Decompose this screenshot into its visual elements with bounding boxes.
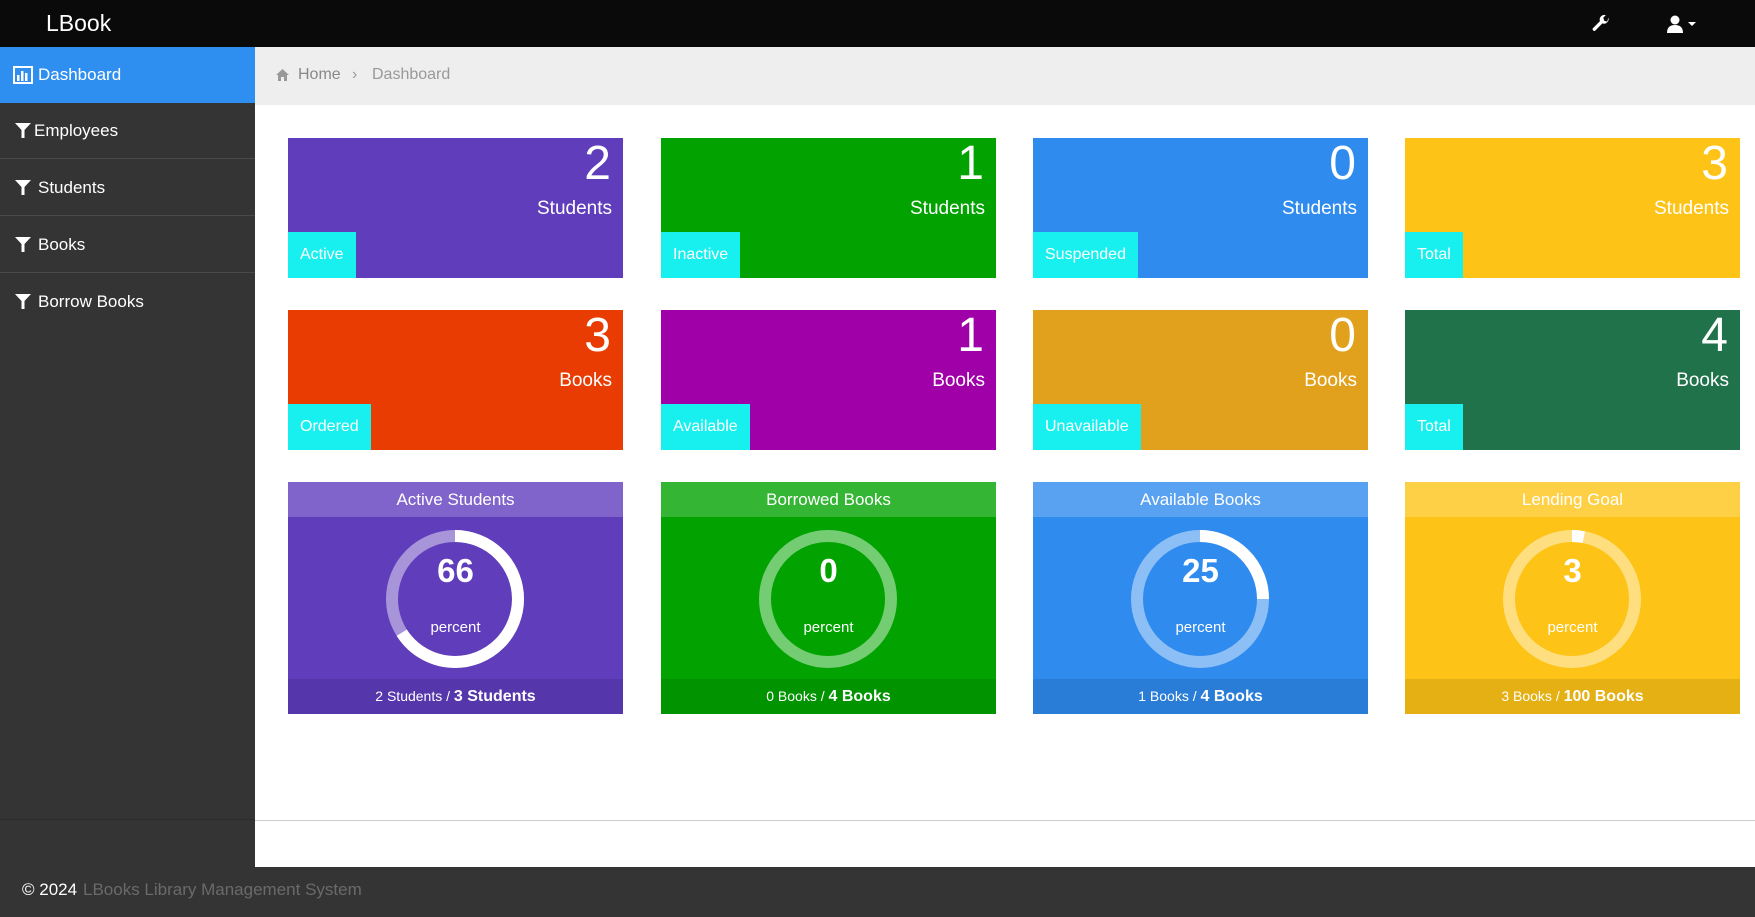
panel-title: Lending Goal bbox=[1405, 482, 1740, 517]
tile-tag: Unavailable bbox=[1033, 404, 1141, 450]
tile-tag: Inactive bbox=[661, 232, 741, 278]
gauge-panel-lending-goal: Lending Goal 3 percent 3 Books / 100 Boo… bbox=[1405, 482, 1740, 714]
panel-footer: 0 Books / 4 Books bbox=[661, 679, 996, 714]
tile-value: 4 bbox=[1701, 309, 1728, 362]
gauge-ring bbox=[1131, 530, 1269, 668]
stat-tile-unavailable-books[interactable]: 0 Books Unavailable bbox=[1033, 310, 1368, 450]
gauge-panel-borrowed-books: Borrowed Books 0 percent 0 Books / 4 Boo… bbox=[661, 482, 996, 714]
tile-value: 0 bbox=[1329, 309, 1356, 362]
page-footer: © 2024 LBooks Library Management System bbox=[0, 867, 1755, 917]
panel-footer: 2 Students / 3 Students bbox=[288, 679, 623, 714]
tile-unit: Students bbox=[1654, 198, 1729, 219]
tile-value: 3 bbox=[1701, 137, 1728, 190]
tile-unit: Students bbox=[1282, 198, 1357, 219]
stat-tile-active-students[interactable]: 2 Students Active bbox=[288, 138, 623, 278]
stat-tile-total-books[interactable]: 4 Books Total bbox=[1405, 310, 1740, 450]
gauge-ring bbox=[1503, 530, 1641, 668]
sidebar-item-label: Employees bbox=[34, 121, 119, 140]
bar-chart-icon bbox=[13, 66, 33, 84]
tile-unit: Books bbox=[559, 370, 612, 391]
tile-tag: Available bbox=[661, 404, 750, 450]
stat-tile-available-books[interactable]: 1 Books Available bbox=[661, 310, 996, 450]
footer-count: 3 Books / bbox=[1501, 688, 1560, 704]
tile-tag: Total bbox=[1405, 404, 1463, 450]
gauge-ring bbox=[386, 530, 524, 668]
sidebar-item-borrow-books[interactable]: Borrow Books bbox=[0, 274, 255, 330]
tile-tag: Suspended bbox=[1033, 232, 1138, 278]
gauge-unit: percent bbox=[1175, 619, 1226, 636]
user-menu-icon[interactable] bbox=[1666, 14, 1700, 34]
footer-total: 3 Students bbox=[453, 688, 536, 705]
brand-logo[interactable]: LBook bbox=[46, 10, 111, 37]
gauge-unit: percent bbox=[430, 619, 481, 636]
tile-unit: Books bbox=[932, 370, 985, 391]
sidebar-divider bbox=[0, 819, 255, 820]
gauge-panel-available-books: Available Books 25 percent 1 Books / 4 B… bbox=[1033, 482, 1368, 714]
footer-total: 4 Books bbox=[1200, 688, 1263, 705]
filter-icon bbox=[15, 294, 31, 309]
sidebar-item-label: Students bbox=[38, 178, 106, 197]
gauge-value: 0 bbox=[819, 552, 838, 589]
footer-count: 0 Books / bbox=[766, 688, 825, 704]
sidebar-item-label: Dashboard bbox=[38, 65, 122, 84]
tile-value: 1 bbox=[957, 309, 984, 362]
filter-icon bbox=[15, 123, 31, 138]
sidebar-item-label: Borrow Books bbox=[38, 292, 144, 311]
home-icon[interactable] bbox=[275, 68, 290, 82]
content-divider bbox=[255, 820, 1755, 821]
tile-unit: Students bbox=[910, 198, 985, 219]
stat-tile-total-students[interactable]: 3 Students Total bbox=[1405, 138, 1740, 278]
tile-value: 1 bbox=[957, 137, 984, 190]
breadcrumb-current: Dashboard bbox=[372, 66, 451, 83]
footer-count: 2 Students / bbox=[375, 688, 451, 704]
breadcrumb: Home › Dashboard bbox=[255, 47, 1755, 105]
wrench-icon[interactable] bbox=[1590, 13, 1612, 35]
gauge-unit: percent bbox=[803, 619, 854, 636]
tile-unit: Books bbox=[1676, 370, 1729, 391]
tile-value: 3 bbox=[584, 309, 611, 362]
panel-footer: 1 Books / 4 Books bbox=[1033, 679, 1368, 714]
breadcrumb-home-link[interactable]: Home bbox=[298, 66, 341, 84]
sidebar: Dashboard Employees Students Books Borro… bbox=[0, 47, 255, 867]
tile-unit: Books bbox=[1304, 370, 1357, 391]
panel-title: Available Books bbox=[1033, 482, 1368, 517]
stat-tile-suspended-students[interactable]: 0 Students Suspended bbox=[1033, 138, 1368, 278]
panel-title: Borrowed Books bbox=[661, 482, 996, 517]
sidebar-item-employees[interactable]: Employees bbox=[0, 103, 255, 159]
stat-tile-ordered-books[interactable]: 3 Books Ordered bbox=[288, 310, 623, 450]
filter-icon bbox=[15, 180, 31, 195]
footer-system-name[interactable]: LBooks Library Management System bbox=[83, 880, 362, 900]
top-navbar: LBook bbox=[0, 0, 1755, 47]
sidebar-item-label: Books bbox=[38, 235, 86, 254]
tile-tag: Total bbox=[1405, 232, 1463, 278]
footer-copyright: © 2024 bbox=[22, 880, 78, 899]
tile-unit: Students bbox=[537, 198, 612, 219]
gauge-value: 66 bbox=[437, 552, 474, 589]
sidebar-item-books[interactable]: Books bbox=[0, 217, 255, 273]
gauge-unit: percent bbox=[1547, 619, 1598, 636]
gauge-ring bbox=[759, 530, 897, 668]
footer-count: 1 Books / bbox=[1138, 688, 1197, 704]
tile-value: 0 bbox=[1329, 137, 1356, 190]
gauge-value: 25 bbox=[1182, 552, 1219, 589]
panel-title: Active Students bbox=[288, 482, 623, 517]
stat-tile-inactive-students[interactable]: 1 Students Inactive bbox=[661, 138, 996, 278]
footer-total: 4 Books bbox=[828, 688, 891, 705]
gauge-panel-active-students: Active Students 66 percent 2 Students / … bbox=[288, 482, 623, 714]
filter-icon bbox=[15, 237, 31, 252]
sidebar-item-dashboard[interactable]: Dashboard bbox=[0, 47, 255, 103]
sidebar-item-students[interactable]: Students bbox=[0, 160, 255, 216]
panel-footer: 3 Books / 100 Books bbox=[1405, 679, 1740, 714]
tile-tag: Ordered bbox=[288, 404, 371, 450]
footer-total: 100 Books bbox=[1563, 688, 1644, 705]
gauge-value: 3 bbox=[1563, 552, 1582, 589]
breadcrumb-separator: › bbox=[352, 66, 358, 83]
tile-tag: Active bbox=[288, 232, 356, 278]
tile-value: 2 bbox=[584, 137, 611, 190]
